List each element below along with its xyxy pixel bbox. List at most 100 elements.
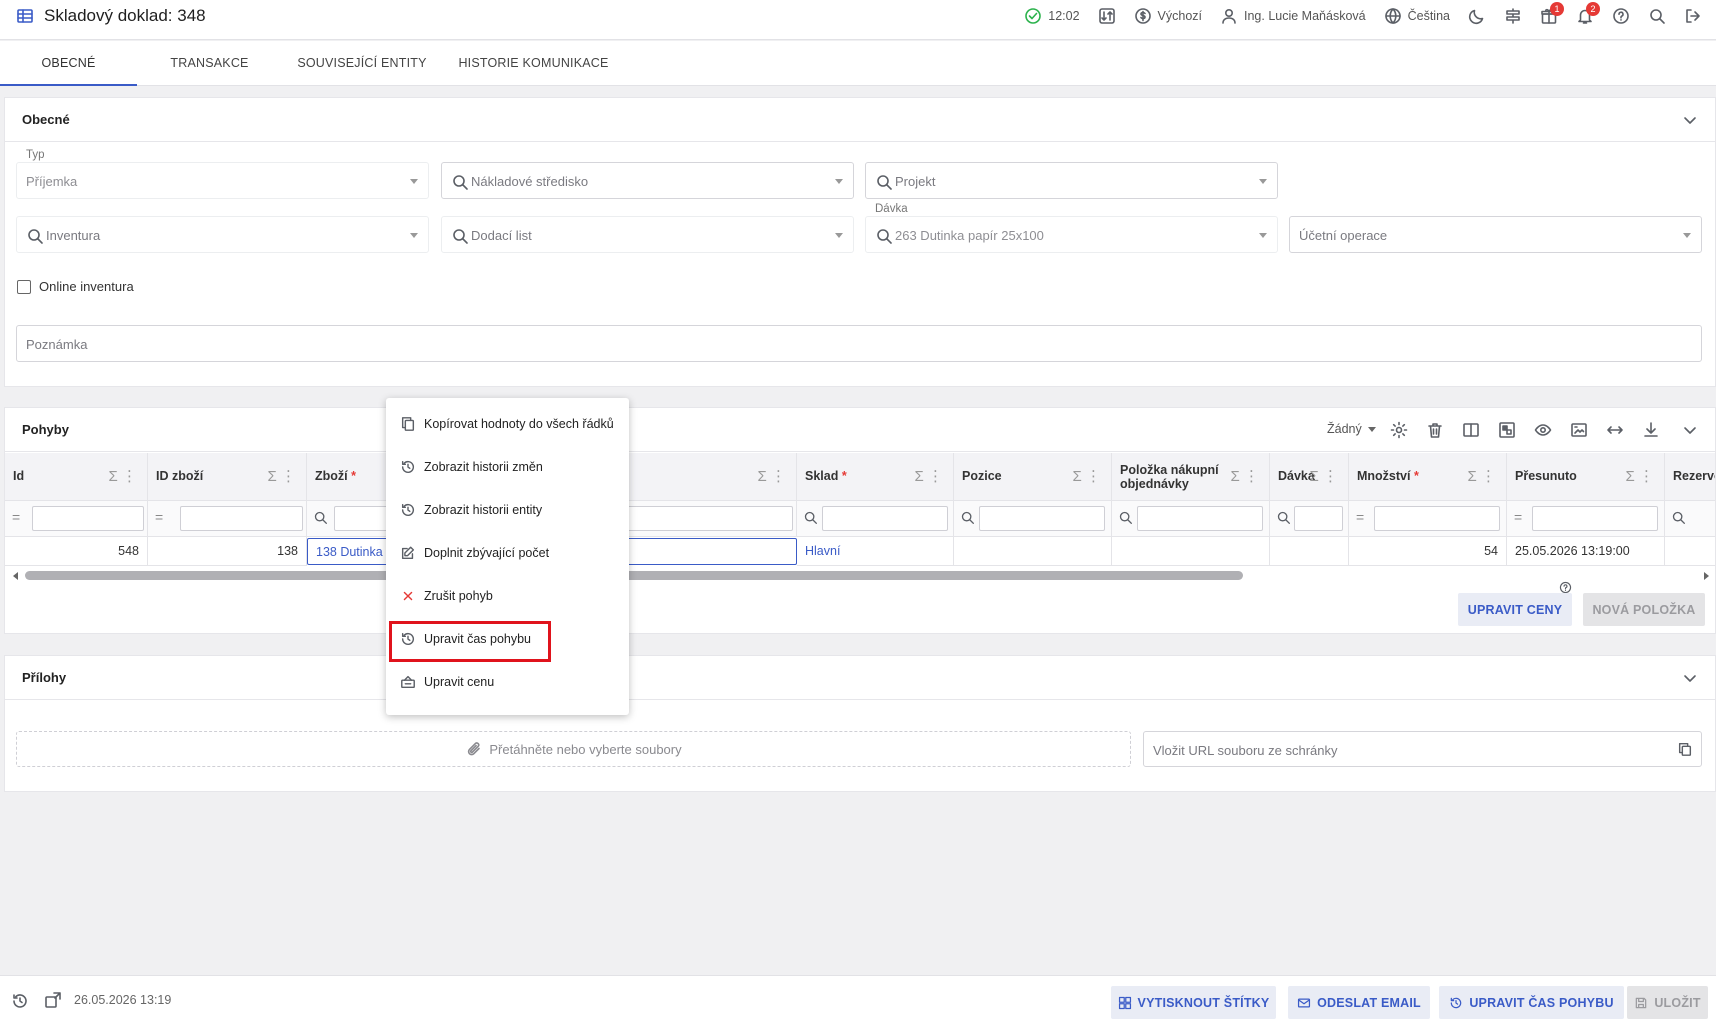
sum-icon[interactable]: Σ ⋮ <box>1231 467 1259 485</box>
grid-cells-icon[interactable] <box>1498 421 1516 439</box>
table-cell[interactable]: 138 <box>148 537 307 566</box>
project-field[interactable]: Projekt <box>865 162 1278 199</box>
column-header-warehouse[interactable]: Sklad * Σ ⋮ <box>797 453 954 501</box>
delivery-note-field[interactable]: Dodací list <box>441 216 854 253</box>
download-icon[interactable] <box>1642 421 1660 439</box>
user-menu[interactable]: Ing. Lucie Maňásková <box>1211 0 1375 32</box>
menu-item-copy-values[interactable]: Kopírovat hodnoty do všech řádků <box>386 405 629 443</box>
table-cell[interactable] <box>954 537 1112 566</box>
column-header-purchase-order-item[interactable]: Položka nákupní objednávky Σ ⋮ <box>1112 453 1270 501</box>
chevron-down-icon[interactable] <box>1681 669 1699 687</box>
accounting-operation-field[interactable]: Účetní operace <box>1289 216 1702 253</box>
search-icon[interactable] <box>313 510 328 525</box>
window-move-icon[interactable] <box>44 991 62 1009</box>
edit-movement-time-button[interactable]: UPRAVIT ČAS POHYBU <box>1439 986 1624 1019</box>
expand-horizontal-icon[interactable] <box>1606 421 1624 439</box>
column-header-batch[interactable]: Dávka Σ ⋮ <box>1270 453 1349 501</box>
view-select[interactable]: Žádný <box>1327 422 1376 436</box>
paste-icon[interactable] <box>1677 741 1693 757</box>
new-item-button[interactable]: NOVÁ POLOŽKA <box>1583 593 1705 626</box>
table-cell[interactable]: Hlavní <box>797 537 954 566</box>
columns-icon[interactable] <box>1462 421 1480 439</box>
batch-field[interactable]: Dávka 263 Dutinka papír 25x100 <box>865 203 1278 253</box>
exchange-button[interactable] <box>1089 0 1125 32</box>
search-icon[interactable] <box>1118 510 1133 525</box>
filter-input[interactable] <box>1532 506 1658 531</box>
column-header-reserved[interactable]: Rezervov <box>1665 453 1715 501</box>
equals-icon[interactable]: = <box>12 509 20 525</box>
sum-icon[interactable]: Σ ⋮ <box>1310 467 1338 485</box>
horizontal-scrollbar[interactable] <box>9 570 1713 581</box>
sum-icon[interactable]: Σ ⋮ <box>915 467 943 485</box>
filter-input[interactable] <box>1374 506 1500 531</box>
column-header-quantity[interactable]: Množství * Σ ⋮ <box>1349 453 1507 501</box>
menu-item-change-history[interactable]: Zobrazit historii změn <box>386 448 629 486</box>
tab-general[interactable]: OBECNÉ <box>0 41 137 86</box>
tab-communication-history[interactable]: HISTORIE KOMUNIKACE <box>442 41 625 86</box>
filter-input[interactable] <box>32 506 144 531</box>
history-icon[interactable] <box>11 992 29 1010</box>
logout-button[interactable] <box>1675 0 1716 32</box>
column-header-moved[interactable]: Přesunuto Σ ⋮ <box>1507 453 1665 501</box>
layout-button[interactable] <box>1495 0 1531 32</box>
cell-goods-link[interactable]: 138 Dutinka p <box>316 545 393 559</box>
cost-center-field[interactable]: Nákladové středisko <box>441 162 854 199</box>
help-button[interactable] <box>1603 0 1639 32</box>
inventory-field[interactable]: Inventura <box>16 216 429 253</box>
eye-icon[interactable] <box>1534 421 1552 439</box>
filter-input[interactable] <box>180 506 303 531</box>
sum-icon[interactable]: Σ ⋮ <box>109 467 137 485</box>
filter-input[interactable] <box>1294 506 1343 531</box>
sum-icon[interactable]: Σ ⋮ <box>1468 467 1496 485</box>
sum-icon[interactable]: Σ ⋮ <box>1626 467 1654 485</box>
scrollbar-thumb[interactable] <box>25 571 1243 580</box>
filter-input[interactable] <box>822 506 948 531</box>
trash-icon[interactable] <box>1426 421 1444 439</box>
save-button[interactable]: ULOŽIT <box>1627 986 1708 1019</box>
sum-icon[interactable]: Σ ⋮ <box>758 467 786 485</box>
clock-status[interactable]: 12:02 <box>1015 0 1088 32</box>
image-frame-icon[interactable] <box>1570 421 1588 439</box>
language-select[interactable]: Čeština <box>1375 0 1459 32</box>
file-dropzone[interactable]: Přetáhněte nebo vyberte soubory <box>16 731 1131 767</box>
profile-select[interactable]: Výchozí <box>1125 0 1211 32</box>
url-input[interactable]: Vložit URL souboru ze schránky <box>1143 731 1702 767</box>
scroll-left-arrow-icon[interactable] <box>13 572 18 580</box>
table-cell[interactable]: 54 <box>1349 537 1507 566</box>
scroll-right-arrow-icon[interactable] <box>1704 572 1709 580</box>
equals-icon[interactable]: = <box>1356 509 1364 525</box>
print-labels-button[interactable]: VYTISKNOUT ŠTÍTKY <box>1111 986 1276 1019</box>
table-cell[interactable] <box>1112 537 1270 566</box>
column-header-position[interactable]: Pozice Σ ⋮ <box>954 453 1112 501</box>
chevron-down-icon[interactable] <box>1681 421 1699 439</box>
cell-warehouse-link[interactable]: Hlavní <box>805 544 840 558</box>
menu-item-cancel-movement[interactable]: Zrušit pohyb <box>386 577 629 615</box>
table-cell[interactable]: 25.05.2026 13:19:00 <box>1507 537 1665 566</box>
menu-item-edit-price[interactable]: Upravit cenu <box>386 663 629 701</box>
filter-input[interactable] <box>979 506 1105 531</box>
sum-icon[interactable]: Σ ⋮ <box>268 467 296 485</box>
filter-input[interactable] <box>1137 506 1263 531</box>
send-email-button[interactable]: ODESLAT EMAIL <box>1288 986 1430 1019</box>
search-button[interactable] <box>1639 0 1675 32</box>
menu-item-entity-history[interactable]: Zobrazit historii entity <box>386 491 629 529</box>
equals-icon[interactable]: = <box>1514 509 1522 525</box>
settings-icon[interactable] <box>1390 421 1408 439</box>
online-inventory-checkbox[interactable] <box>17 280 31 294</box>
tab-related-entities[interactable]: SOUVISEJÍCÍ ENTITY <box>282 41 442 86</box>
table-cell[interactable] <box>1270 537 1349 566</box>
gift-button[interactable]: 1 <box>1531 0 1567 32</box>
search-icon[interactable] <box>960 510 975 525</box>
search-icon[interactable] <box>1671 510 1686 525</box>
table-cell[interactable] <box>1665 537 1715 566</box>
column-header-goods-id[interactable]: ID zboží Σ ⋮ <box>148 453 307 501</box>
edit-prices-button[interactable]: UPRAVIT CENY <box>1458 593 1572 626</box>
general-section-header[interactable]: Obecné <box>5 98 1715 142</box>
dark-mode-toggle[interactable] <box>1459 0 1495 32</box>
tab-transactions[interactable]: TRANSAKCE <box>137 41 282 86</box>
sum-icon[interactable]: Σ ⋮ <box>1073 467 1101 485</box>
search-icon[interactable] <box>1276 510 1291 525</box>
table-row[interactable]: 548 <box>5 537 148 566</box>
attachments-section-header[interactable]: Přílohy <box>5 656 1715 700</box>
chevron-down-icon[interactable] <box>1681 111 1699 129</box>
